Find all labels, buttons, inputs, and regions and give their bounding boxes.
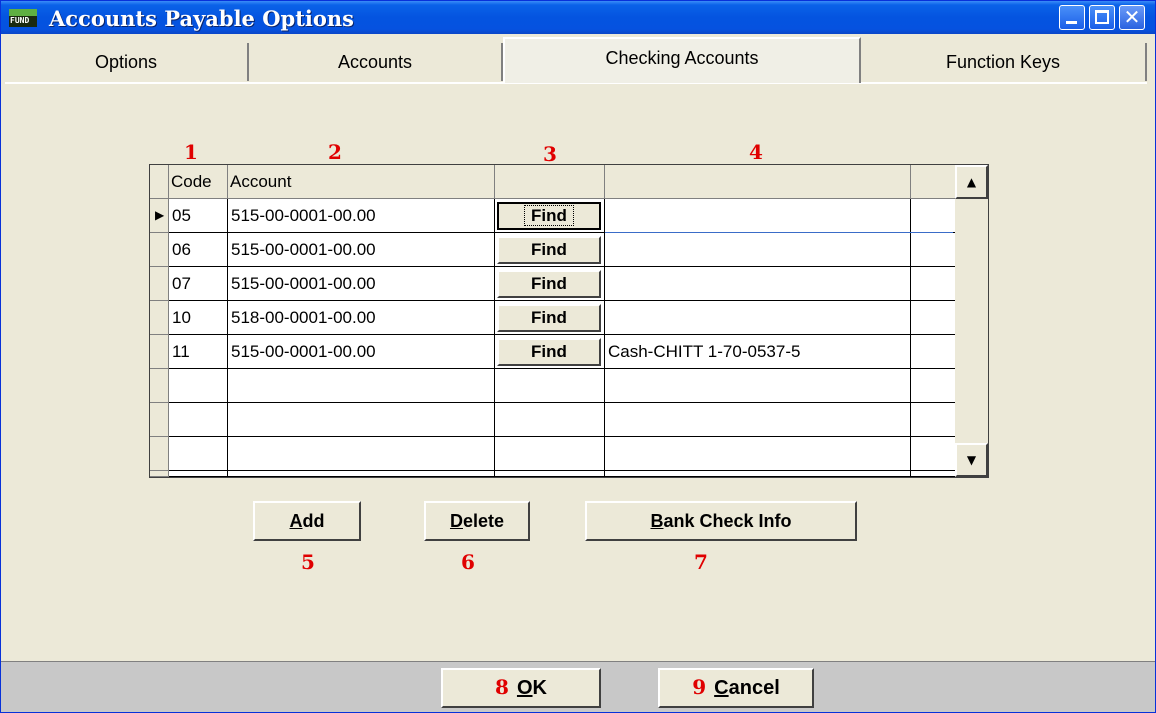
add-button[interactable]: Add	[253, 501, 361, 541]
row-pointer-icon: ▶	[155, 208, 165, 222]
bank-check-info-button[interactable]: Bank Check Info	[585, 501, 857, 541]
account-cell[interactable]	[228, 369, 495, 403]
extra-cell[interactable]	[911, 199, 956, 233]
account-cell[interactable]: 515-00-0001-00.00	[228, 199, 495, 233]
close-icon: ✕	[1123, 5, 1141, 29]
extra-cell[interactable]	[911, 335, 956, 369]
account-cell	[228, 471, 495, 477]
column-header-extra[interactable]	[911, 165, 956, 199]
find-button[interactable]: Find	[497, 304, 601, 332]
maximize-button[interactable]	[1089, 5, 1115, 30]
scroll-track[interactable]	[955, 199, 988, 443]
description-cell[interactable]	[605, 233, 911, 267]
accounts-payable-options-window: FUND Accounts Payable Options ✕ Options …	[0, 0, 1156, 713]
row-selector	[150, 471, 169, 477]
find-cell	[495, 369, 605, 403]
code-cell[interactable]: 06	[169, 233, 228, 267]
code-cell[interactable]: 05	[169, 199, 228, 233]
callout-1: 1	[184, 140, 198, 164]
description-cell[interactable]	[605, 301, 911, 335]
account-cell[interactable]: 515-00-0001-00.00	[228, 233, 495, 267]
code-cell	[169, 471, 228, 477]
title-bar[interactable]: FUND Accounts Payable Options ✕	[1, 1, 1155, 34]
tab-function-keys[interactable]: Function Keys	[861, 43, 1147, 81]
callout-7: 7	[694, 550, 708, 574]
scroll-up-button[interactable]: ▲	[955, 165, 988, 199]
code-cell[interactable]: 11	[169, 335, 228, 369]
account-cell[interactable]: 515-00-0001-00.00	[228, 335, 495, 369]
callout-4: 4	[749, 140, 763, 164]
callout-6: 6	[461, 550, 475, 574]
extra-cell[interactable]	[911, 267, 956, 301]
account-cell[interactable]: 518-00-0001-00.00	[228, 301, 495, 335]
maximize-icon	[1095, 10, 1109, 24]
code-cell[interactable]: 07	[169, 267, 228, 301]
row-selector[interactable]	[150, 403, 169, 437]
find-button[interactable]: Find	[497, 338, 601, 366]
current-row-indicator	[605, 232, 953, 233]
extra-cell[interactable]	[911, 437, 956, 471]
tab-options[interactable]: Options	[5, 43, 249, 81]
minimize-button[interactable]	[1059, 5, 1085, 30]
code-cell[interactable]	[169, 403, 228, 437]
description-cell[interactable]: Cash-CHITT 1-70-0537-5	[605, 335, 911, 369]
grid-vertical-scrollbar[interactable]: ▲ ▼	[955, 165, 988, 477]
description-cell	[605, 471, 911, 477]
column-header-find[interactable]	[495, 165, 605, 199]
callout-3: 3	[543, 142, 557, 166]
account-cell[interactable]	[228, 437, 495, 471]
extra-cell[interactable]	[911, 403, 956, 437]
row-selector[interactable]	[150, 233, 169, 267]
row-selector[interactable]	[150, 301, 169, 335]
window-title: Accounts Payable Options	[49, 6, 354, 31]
row-selector[interactable]	[150, 335, 169, 369]
scroll-down-button[interactable]: ▼	[955, 443, 988, 477]
column-header-description[interactable]	[605, 165, 911, 199]
description-cell[interactable]	[605, 199, 911, 233]
arrow-up-icon: ▲	[966, 175, 977, 189]
callout-5: 5	[301, 550, 315, 574]
callout-2: 2	[328, 140, 342, 164]
row-selector[interactable]	[150, 267, 169, 301]
tab-accounts[interactable]: Accounts	[249, 43, 503, 81]
app-icon: FUND	[9, 9, 37, 27]
find-cell	[495, 471, 605, 477]
find-cell	[495, 437, 605, 471]
row-selector-header	[150, 165, 169, 199]
row-selector[interactable]	[150, 369, 169, 403]
minimize-icon	[1066, 21, 1077, 24]
extra-cell[interactable]	[911, 233, 956, 267]
account-cell[interactable]: 515-00-0001-00.00	[228, 267, 495, 301]
find-button[interactable]: Find	[497, 236, 601, 264]
tab-checking-accounts[interactable]: Checking Accounts	[503, 37, 861, 83]
extra-cell[interactable]	[911, 301, 956, 335]
find-cell	[495, 403, 605, 437]
description-cell[interactable]	[605, 403, 911, 437]
column-header-code[interactable]: Code	[169, 165, 228, 199]
code-cell[interactable]	[169, 437, 228, 471]
extra-cell	[911, 471, 956, 477]
account-cell[interactable]	[228, 403, 495, 437]
description-cell[interactable]	[605, 369, 911, 403]
close-button[interactable]: ✕	[1119, 5, 1145, 30]
find-button[interactable]: Find	[497, 270, 601, 298]
row-selector[interactable]	[150, 437, 169, 471]
description-cell[interactable]	[605, 267, 911, 301]
callout-8: 8	[495, 675, 509, 699]
checking-accounts-grid: Code Account ▶ 05 515-00-0001-00.00 06 5…	[149, 164, 989, 478]
code-cell[interactable]: 10	[169, 301, 228, 335]
find-button[interactable]: Find	[497, 202, 601, 230]
callout-9: 9	[692, 675, 707, 699]
arrow-down-icon: ▼	[966, 453, 977, 467]
extra-cell[interactable]	[911, 369, 956, 403]
tab-strip: Options Accounts Checking Accounts Funct…	[5, 37, 1147, 83]
column-header-account[interactable]: Account	[228, 165, 495, 199]
delete-button[interactable]: Delete	[424, 501, 530, 541]
row-selector[interactable]: ▶	[150, 199, 169, 233]
description-cell[interactable]	[605, 437, 911, 471]
grid-body: Code Account ▶ 05 515-00-0001-00.00 06 5…	[150, 165, 956, 477]
code-cell[interactable]	[169, 369, 228, 403]
ok-button[interactable]: 8 OK	[441, 668, 601, 708]
cancel-button[interactable]: 9 Cancel	[658, 668, 814, 708]
